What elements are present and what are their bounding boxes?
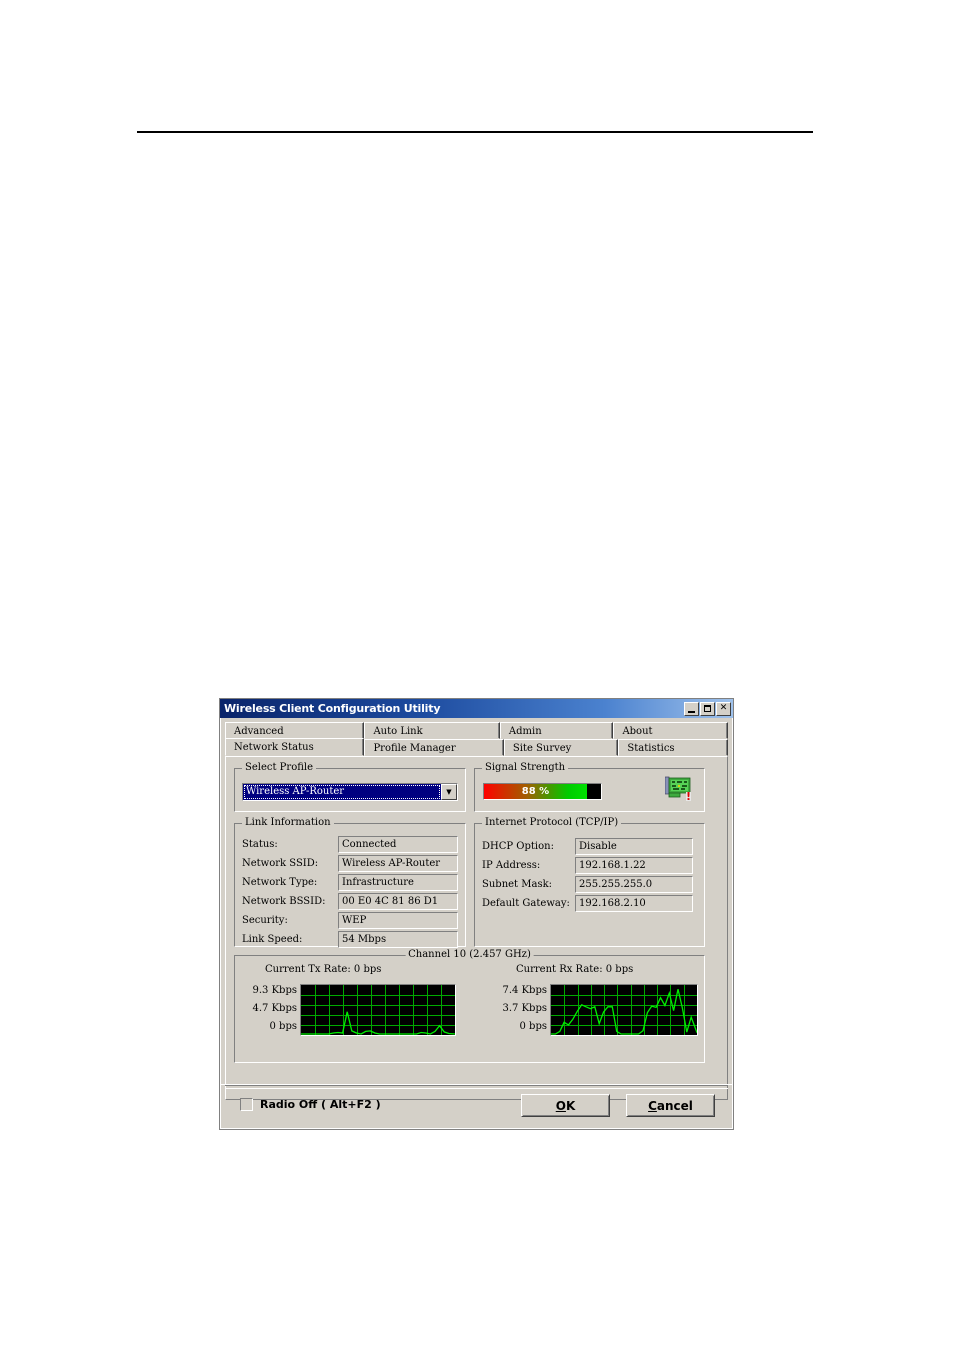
checkbox-box[interactable] (240, 1098, 253, 1111)
tcp-value-ip: 192.168.1.22 (575, 857, 693, 874)
link-information-group: Link Information Status: Connected Netwo… (234, 817, 466, 948)
tcp-label-dhcp: DHCP Option: (482, 841, 554, 852)
tx-rate-graph (300, 984, 456, 1036)
channel-title: Channel 10 (2.457 GHz) (405, 949, 534, 960)
tab-network-status[interactable]: Network Status (225, 738, 365, 756)
rx-rate-graph (550, 984, 698, 1036)
profile-combobox[interactable]: Wireless AP-Router ▼ (242, 783, 458, 801)
cancel-rest: ancel (656, 1098, 693, 1113)
tab-row-upper: Advanced Auto Link Admin About (225, 722, 728, 739)
link-row-type: Network Type: (242, 874, 317, 891)
link-label-bssid: Network BSSID: (242, 896, 326, 907)
link-label-speed: Link Speed: (242, 934, 303, 945)
tab-row-lower: Network Status Profile Manager Site Surv… (225, 738, 728, 756)
ok-rest: K (565, 1098, 576, 1113)
signal-strength-group: Signal Strength 88 % ! (474, 762, 705, 812)
link-row-bssid: Network BSSID: (242, 893, 326, 910)
rx-y-label-mid: 3.7 Kbps (502, 1003, 548, 1014)
tcp-row-ip: IP Address: (482, 857, 540, 874)
link-value-ssid: Wireless AP-Router (338, 855, 458, 872)
ok-button[interactable]: OK (521, 1094, 610, 1117)
tx-y-axis: 9.3 Kbps 4.7 Kbps 0 bps (241, 984, 298, 1038)
minimize-icon[interactable] (684, 701, 699, 716)
tcp-row-mask: Subnet Mask: (482, 876, 552, 893)
close-icon[interactable]: ✕ (716, 701, 731, 716)
link-value-status: Connected (338, 836, 458, 853)
signal-strength-bar: 88 % (483, 783, 602, 800)
internet-protocol-group: Internet Protocol (TCP/IP) DHCP Option: … (474, 817, 705, 947)
tcp-label-ip: IP Address: (482, 860, 541, 871)
cancel-button[interactable]: Cancel (626, 1094, 715, 1117)
select-profile-title: Select Profile (242, 762, 316, 773)
tcp-row-gateway: Default Gateway: (482, 895, 570, 912)
dialog-footer: Radio Off ( Alt+F2 ) OK Cancel (220, 1084, 733, 1129)
rx-rate-title: Current Rx Rate: 0 bps (516, 964, 634, 975)
chevron-down-icon[interactable]: ▼ (441, 784, 457, 800)
window-controls: ✕ (684, 701, 731, 716)
network-status-panel: Select Profile Wireless AP-Router ▼ Sign… (225, 756, 728, 1100)
window-title: Wireless Client Configuration Utility (224, 702, 441, 715)
select-profile-group: Select Profile Wireless AP-Router ▼ (234, 762, 466, 812)
tab-admin[interactable]: Admin (499, 722, 614, 739)
rx-y-axis: 7.4 Kbps 3.7 Kbps 0 bps (491, 984, 548, 1038)
channel-group: Channel 10 (2.457 GHz) Current Tx Rate: … (234, 949, 705, 1063)
signal-strength-fill: 88 % (484, 784, 587, 799)
wireless-client-configuration-dialog: Wireless Client Configuration Utility ✕ … (219, 698, 734, 1130)
tx-y-label-bottom: 0 bps (269, 1021, 297, 1032)
tab-strip: Advanced Auto Link Admin About Network S… (220, 718, 733, 756)
tx-y-label-mid: 4.7 Kbps (252, 1003, 298, 1014)
tcp-label-mask: Subnet Mask: (482, 879, 553, 890)
link-information-title: Link Information (242, 817, 334, 828)
radio-off-label: Radio Off ( Alt+F2 ) (260, 1098, 381, 1111)
link-row-security: Security: (242, 912, 288, 929)
network-adapter-icon: ! (664, 776, 694, 803)
svg-text:!: ! (686, 790, 691, 802)
link-label-ssid: Network SSID: (242, 858, 319, 869)
footer-divider (225, 1085, 728, 1089)
ok-accel: O (555, 1098, 566, 1113)
tx-rate-title: Current Tx Rate: 0 bps (265, 964, 382, 975)
tcp-value-mask: 255.255.255.0 (575, 876, 693, 893)
rx-y-label-top: 7.4 Kbps (502, 985, 548, 996)
link-row-status: Status: (242, 836, 278, 853)
tab-profile-manager[interactable]: Profile Manager (364, 739, 504, 756)
rx-y-label-bottom: 0 bps (519, 1021, 547, 1032)
internet-protocol-title: Internet Protocol (TCP/IP) (482, 817, 622, 828)
cancel-accel: C (648, 1098, 657, 1113)
maximize-icon[interactable] (700, 701, 715, 716)
tcp-label-gateway: Default Gateway: (482, 898, 570, 909)
link-value-type: Infrastructure (338, 874, 458, 891)
signal-strength-percent: 88 % (521, 785, 550, 797)
radio-off-checkbox[interactable]: Radio Off ( Alt+F2 ) (240, 1098, 381, 1111)
tab-statistics[interactable]: Statistics (618, 739, 728, 756)
tab-about[interactable]: About (613, 722, 728, 739)
tab-site-survey[interactable]: Site Survey (503, 739, 619, 756)
tab-advanced[interactable]: Advanced (225, 722, 365, 739)
signal-strength-empty (586, 784, 601, 799)
profile-combobox-value: Wireless AP-Router (243, 784, 441, 800)
link-row-speed: Link Speed: (242, 931, 302, 948)
link-label-security: Security: (242, 915, 288, 926)
tcp-row-dhcp: DHCP Option: (482, 838, 554, 855)
title-bar: Wireless Client Configuration Utility ✕ (220, 699, 733, 718)
signal-strength-title: Signal Strength (482, 762, 569, 773)
link-row-ssid: Network SSID: (242, 855, 318, 872)
link-label-status: Status: (242, 839, 278, 850)
link-label-type: Network Type: (242, 877, 318, 888)
link-value-speed: 54 Mbps (338, 931, 458, 948)
link-value-bssid: 00 E0 4C 81 86 D1 (338, 893, 458, 910)
tx-y-label-top: 9.3 Kbps (252, 985, 298, 996)
tcp-value-dhcp: Disable (575, 838, 693, 855)
tab-auto-link[interactable]: Auto Link (364, 722, 500, 739)
page-horizontal-rule (137, 131, 813, 133)
link-value-security: WEP (338, 912, 458, 929)
tcp-value-gateway: 192.168.2.10 (575, 895, 693, 912)
